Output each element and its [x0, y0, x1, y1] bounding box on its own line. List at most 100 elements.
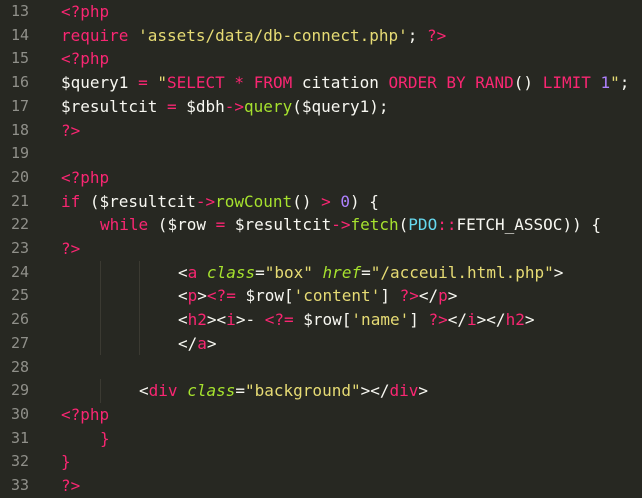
code-token: ;	[407, 25, 428, 45]
code-line[interactable]: 22 while ($row = $resultcit->fetch(PDO::F…	[0, 213, 642, 237]
code-token: <?php	[61, 2, 110, 21]
line-number: 17	[10, 96, 29, 115]
code-token: $dbh	[186, 96, 225, 116]
code-line[interactable]: 30 <?php	[0, 403, 642, 427]
code-text: $query1 = "SELECT * FROM citation ORDER …	[61, 71, 629, 95]
code-line[interactable]: 24 <a class="box" href="/acceuil.html.php…	[0, 260, 642, 285]
code-line[interactable]: 15 <?php	[0, 47, 642, 71]
code-token: $resultcit	[61, 96, 167, 116]
code-line[interactable]: 19	[0, 142, 642, 166]
indent-guide	[100, 331, 101, 356]
code-text: ?>	[61, 237, 80, 261]
indent-guide	[139, 331, 140, 356]
line-number: 22	[10, 215, 29, 234]
code-token: ;	[619, 73, 630, 93]
code-token: ($resultcit	[80, 191, 196, 211]
code-text: ?>	[61, 474, 80, 498]
code-text: </a>	[178, 332, 217, 356]
code-token: a	[197, 333, 207, 353]
code-text: require 'assets/data/db-connect.php'; ?>	[61, 24, 446, 48]
indent-guide	[100, 379, 101, 403]
code-line[interactable]: 25 <p><?= $row['content'] ?></p>	[0, 284, 642, 309]
line-number: 32	[10, 452, 29, 471]
code-token: </	[418, 286, 439, 306]
code-token: *	[234, 73, 245, 93]
code-line[interactable]: 26 <h2><i>- <?= $row['name'] ?></i></h2>	[0, 308, 642, 332]
code-line[interactable]: 23 ?>	[0, 237, 642, 261]
code-token: 'name'	[351, 310, 410, 330]
line-number: 33	[10, 476, 29, 494]
code-token: while	[100, 215, 149, 235]
line-number: 18	[10, 120, 29, 139]
code-token: =	[166, 96, 187, 116]
code-text: if ($resultcit->rowCount() > 0) {	[61, 190, 379, 214]
code-token: </	[447, 310, 468, 330]
code-editor[interactable]: 13 <?php 14 require 'assets/data/db-connect…	[0, 0, 642, 498]
code-text: <?php	[61, 403, 109, 427]
line-number: 27	[10, 333, 29, 352]
code-token: 'assets/data/db-connect.php'	[138, 25, 408, 45]
code-token: ></	[476, 310, 506, 330]
code-token: <?php	[61, 49, 110, 69]
code-token: href	[322, 262, 362, 282]
code-line[interactable]: 21 if ($resultcit->rowCount() > 0) {	[0, 190, 642, 214]
code-token: <?=	[264, 310, 294, 330]
code-token: ->	[195, 191, 216, 211]
code-token: ></	[360, 381, 390, 401]
code-token: RAND	[475, 73, 514, 93]
code-token: $resultcit	[225, 215, 332, 235]
code-token: =	[235, 381, 245, 401]
code-token: ORDER BY	[388, 73, 466, 93]
code-text: <h2><i>- <?= $row['name'] ?></i></h2>	[178, 308, 534, 332]
code-line[interactable]: 17 $resultcit = $dbh->query($query1);	[0, 95, 642, 119]
code-token: ]	[409, 310, 429, 330]
code-token: =	[255, 262, 265, 282]
code-token: ?>	[61, 476, 81, 495]
code-token: ::	[437, 215, 457, 235]
code-token: div	[148, 381, 178, 401]
code-token: >	[553, 262, 564, 282]
code-token: >	[206, 333, 217, 353]
code-token: "	[610, 73, 620, 93]
code-line[interactable]: 33 ?>	[0, 474, 642, 498]
code-line[interactable]: 32}	[0, 450, 642, 474]
code-token: =	[215, 215, 226, 235]
code-token: >	[524, 310, 535, 330]
code-token: ?>	[61, 239, 81, 258]
code-token: ->	[224, 96, 245, 116]
code-token: >-	[235, 310, 265, 330]
code-token: "box"	[264, 262, 313, 282]
code-line[interactable]: 16 $query1 = "SELECT * FROM citation ORDE…	[0, 71, 642, 95]
code-token: <?php	[61, 167, 110, 187]
code-line[interactable]: 20 <?php	[0, 166, 642, 190]
line-number: 14	[10, 25, 29, 44]
code-token: >	[447, 286, 458, 306]
code-line[interactable]: 13 <?php	[0, 0, 642, 24]
code-token: <	[139, 381, 149, 401]
indent-guide	[100, 308, 101, 332]
code-line[interactable]: 18 ?>	[0, 119, 642, 143]
code-token: <	[178, 286, 188, 306]
code-token: a	[187, 262, 198, 282]
code-token: $row[	[293, 310, 352, 330]
code-text: while ($row = $resultcit->fetch(PDO::FET…	[100, 213, 601, 237]
code-token: i	[226, 310, 236, 330]
code-text: <?php	[61, 0, 109, 24]
code-token: )) {	[562, 215, 601, 235]
code-token: 0	[340, 191, 351, 211]
code-line[interactable]: 28	[0, 356, 642, 380]
code-text: <a class="box" href="/acceuil.html.php">	[178, 261, 563, 285]
code-line[interactable]: 27 </a>	[0, 331, 642, 356]
code-token: ?>	[399, 286, 419, 306]
code-line[interactable]: 29 <div class="background"></div>	[0, 379, 642, 403]
code-line[interactable]: 14 require 'assets/data/db-connect.php'; …	[0, 24, 642, 48]
code-token: }	[61, 452, 71, 472]
code-token: </	[178, 333, 198, 353]
code-line[interactable]: 31}	[0, 427, 642, 451]
code-token: ><	[206, 310, 227, 330]
code-text: $resultcit = $dbh->query($query1);	[61, 95, 389, 119]
code-token: <?php	[61, 404, 110, 424]
code-token: (	[398, 215, 409, 235]
